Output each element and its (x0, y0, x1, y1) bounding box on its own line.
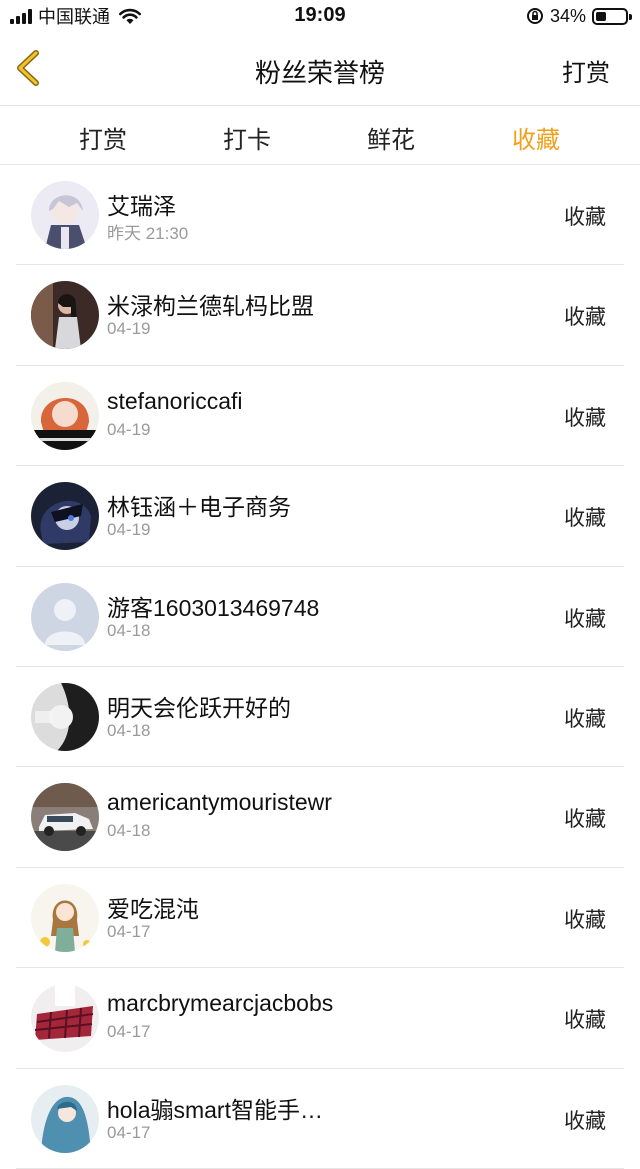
item-action: 收藏 (564, 507, 606, 531)
red-hair-girl-avatar (31, 381, 99, 450)
user-name: marcbrymearcjacbobs (107, 990, 334, 1017)
user-name: americantymouristewr (107, 789, 332, 816)
rotation-lock-icon (526, 8, 543, 24)
fan-list: 艾瑞泽 昨天 21:30 收藏 米渌枸兰德轧杩比盟 04-19 收藏 stefa… (16, 165, 624, 1169)
list-item[interactable]: hola骟smart智能手… 04-17 收藏 (16, 1069, 624, 1169)
monochrome-portrait-avatar (31, 682, 99, 751)
item-action: 收藏 (564, 707, 606, 731)
item-action: 收藏 (564, 607, 606, 631)
user-name: 艾瑞泽 (107, 193, 176, 219)
user-name: 米渌枸兰德轧杩比盟 (107, 293, 314, 320)
woman-photo-avatar (31, 281, 99, 350)
item-action: 收藏 (564, 908, 606, 932)
tab-checkin[interactable]: 打卡 (223, 120, 271, 155)
list-item[interactable]: 米渌枸兰德轧杩比盟 04-19 收藏 (16, 265, 624, 366)
item-date: 04-19 (107, 419, 151, 439)
list-item[interactable]: 爱吃混沌 04-17 收藏 (16, 868, 624, 969)
page-title: 粉丝荣誉榜 (254, 58, 385, 88)
item-action: 收藏 (564, 206, 606, 229)
item-action: 收藏 (564, 808, 606, 832)
plaid-skirt-avatar (31, 984, 99, 1053)
anime-blue-avatar (31, 1084, 99, 1153)
list-item[interactable]: 艾瑞泽 昨天 21:30 收藏 (16, 165, 624, 266)
item-date: 04-17 (107, 1122, 151, 1142)
item-date: 昨天 21:30 (107, 224, 189, 243)
item-action: 收藏 (564, 1109, 606, 1133)
list-item[interactable]: 林钰涵＋电子商务 04-19 收藏 (16, 466, 624, 567)
user-name: stefanoriccafi (107, 387, 243, 414)
tab-flowers[interactable]: 鲜花 (367, 120, 415, 155)
default-user-avatar (31, 582, 99, 651)
anime-girl-avatar (31, 883, 99, 952)
item-action: 收藏 (564, 406, 606, 430)
list-item[interactable]: americantymouristewr 04-18 收藏 (16, 767, 624, 868)
user-name: hola骟smart智能手… (107, 1096, 323, 1123)
item-date: 04-17 (107, 921, 151, 941)
anime-dark-avatar (31, 482, 99, 551)
anime-character-avatar (31, 181, 99, 249)
tab-favorites[interactable]: 收藏 (512, 120, 560, 155)
car-photo-avatar (31, 783, 99, 852)
list-item[interactable]: 游客1603013469748 04-18 收藏 (16, 567, 624, 667)
item-date: 04-19 (107, 319, 151, 339)
user-name: 林钰涵＋电子商务 (107, 494, 291, 521)
item-date: 04-18 (107, 720, 151, 740)
nav-bar: 粉丝荣誉榜 打赏 (0, 34, 640, 106)
user-name: 明天会伦跃开好的 (107, 694, 291, 721)
item-date: 04-17 (107, 1022, 151, 1042)
battery-percent: 34% (549, 5, 586, 26)
user-name: 爱吃混沌 (107, 895, 199, 922)
list-item[interactable]: stefanoriccafi 04-19 收藏 (16, 366, 624, 467)
item-date: 04-18 (107, 821, 151, 841)
item-date: 04-19 (107, 520, 151, 540)
tab-bar: 打赏 打卡 鲜花 收藏 (0, 106, 640, 165)
item-action: 收藏 (564, 306, 606, 330)
battery-icon (592, 7, 632, 25)
item-date: 04-18 (107, 620, 151, 640)
reward-button[interactable]: 打赏 (562, 53, 610, 88)
status-bar: 中国联通 19:09 34% (0, 0, 640, 34)
tab-reward[interactable]: 打赏 (79, 120, 127, 155)
user-name: 游客1603013469748 (107, 594, 320, 621)
item-action: 收藏 (564, 1009, 606, 1033)
list-item[interactable]: 明天会伦跃开好的 04-18 收藏 (16, 667, 624, 768)
list-item[interactable]: marcbrymearcjacbobs 04-17 收藏 (16, 968, 624, 1069)
